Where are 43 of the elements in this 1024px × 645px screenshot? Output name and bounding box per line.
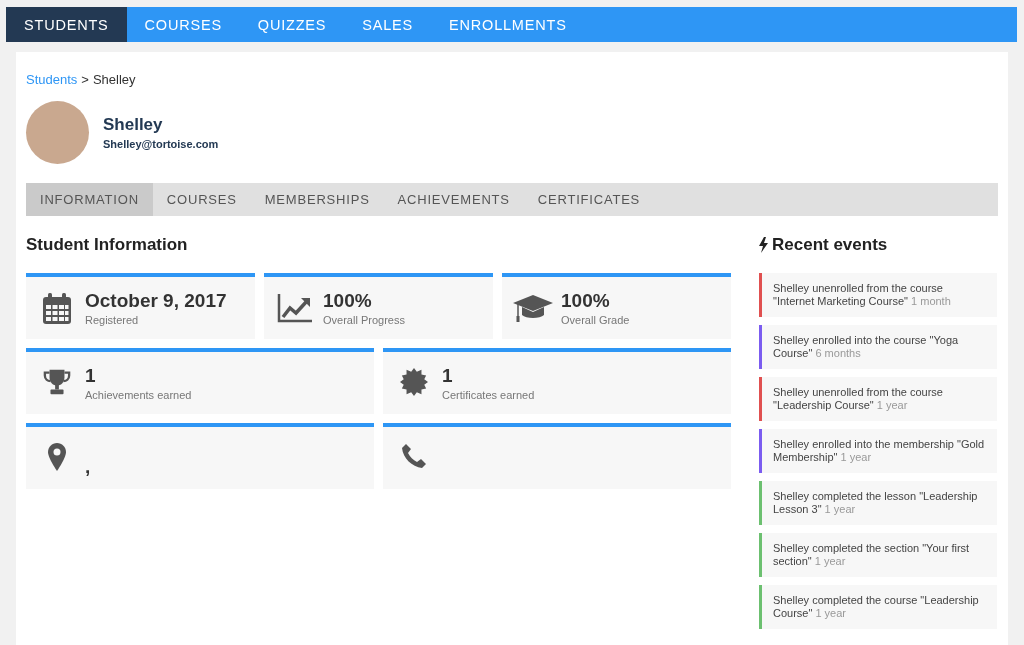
stat-value: 1 xyxy=(85,364,96,388)
profile-tab[interactable]: COURSES xyxy=(152,183,251,216)
stat-label: Overall Grade xyxy=(561,314,630,326)
event-item: Shelley unenrolled from the course "Leadership Course" 1 year xyxy=(759,377,997,421)
profile-tab[interactable]: CERTIFICATES xyxy=(523,183,655,216)
stat-value: October 9, 2017 xyxy=(85,289,227,313)
profile-tab[interactable]: INFORMATION xyxy=(26,183,153,216)
student-name: Shelley xyxy=(103,115,163,135)
stat-value: 100% xyxy=(323,289,372,313)
stat-value: 1 xyxy=(442,364,453,388)
nav-tab[interactable]: QUIZZES xyxy=(239,7,345,42)
event-item: Shelley completed the section "Your first section" 1 year xyxy=(759,533,997,577)
stat-label: Achievements earned xyxy=(85,389,192,401)
nav-tab[interactable]: ENROLLMENTS xyxy=(431,7,585,42)
section-title: Recent events xyxy=(772,235,888,255)
nav-tab[interactable]: SALES xyxy=(344,7,432,42)
stat-value: 100% xyxy=(561,289,610,313)
profile-tab[interactable]: MEMBERSHIPS xyxy=(250,183,384,216)
breadcrumb-separator: > xyxy=(81,72,89,87)
stat-label: Registered xyxy=(85,314,139,326)
lightning-icon xyxy=(759,237,768,253)
line-chart-icon xyxy=(277,293,313,323)
graduation-cap-icon xyxy=(513,293,553,323)
event-item: Shelley completed the course "Leadership Course" 1 year xyxy=(759,585,997,629)
student-email: Shelley@tortoise.com xyxy=(103,138,219,150)
event-item: Shelley unenrolled from the course "Internet Marketing Course" 1 month xyxy=(759,273,997,317)
stat-value: , xyxy=(85,455,91,479)
nav-tab[interactable]: STUDENTS xyxy=(6,7,127,42)
calendar-icon xyxy=(42,293,72,325)
map-pin-icon xyxy=(48,443,66,471)
profile-tab[interactable]: ACHIEVEMENTS xyxy=(383,183,524,216)
breadcrumb-link[interactable]: Students xyxy=(26,72,78,87)
seal-icon xyxy=(400,368,428,396)
trophy-icon xyxy=(43,368,71,396)
nav-tab[interactable]: COURSES xyxy=(126,7,240,42)
event-item: Shelley enrolled into the course "Yoga Course" 6 months xyxy=(759,325,997,369)
section-title: Student Information xyxy=(26,235,189,255)
breadcrumb-current: Shelley xyxy=(92,72,136,87)
event-item: Shelley completed the lesson "Leadership Lesson 3" 1 year xyxy=(759,481,997,525)
phone-icon xyxy=(401,443,427,469)
stat-label: Overall Progress xyxy=(323,314,405,326)
event-item: Shelley enrolled into the membership "Gold Membership" 1 year xyxy=(759,429,997,473)
stat-label: Certificates earned xyxy=(442,389,535,401)
